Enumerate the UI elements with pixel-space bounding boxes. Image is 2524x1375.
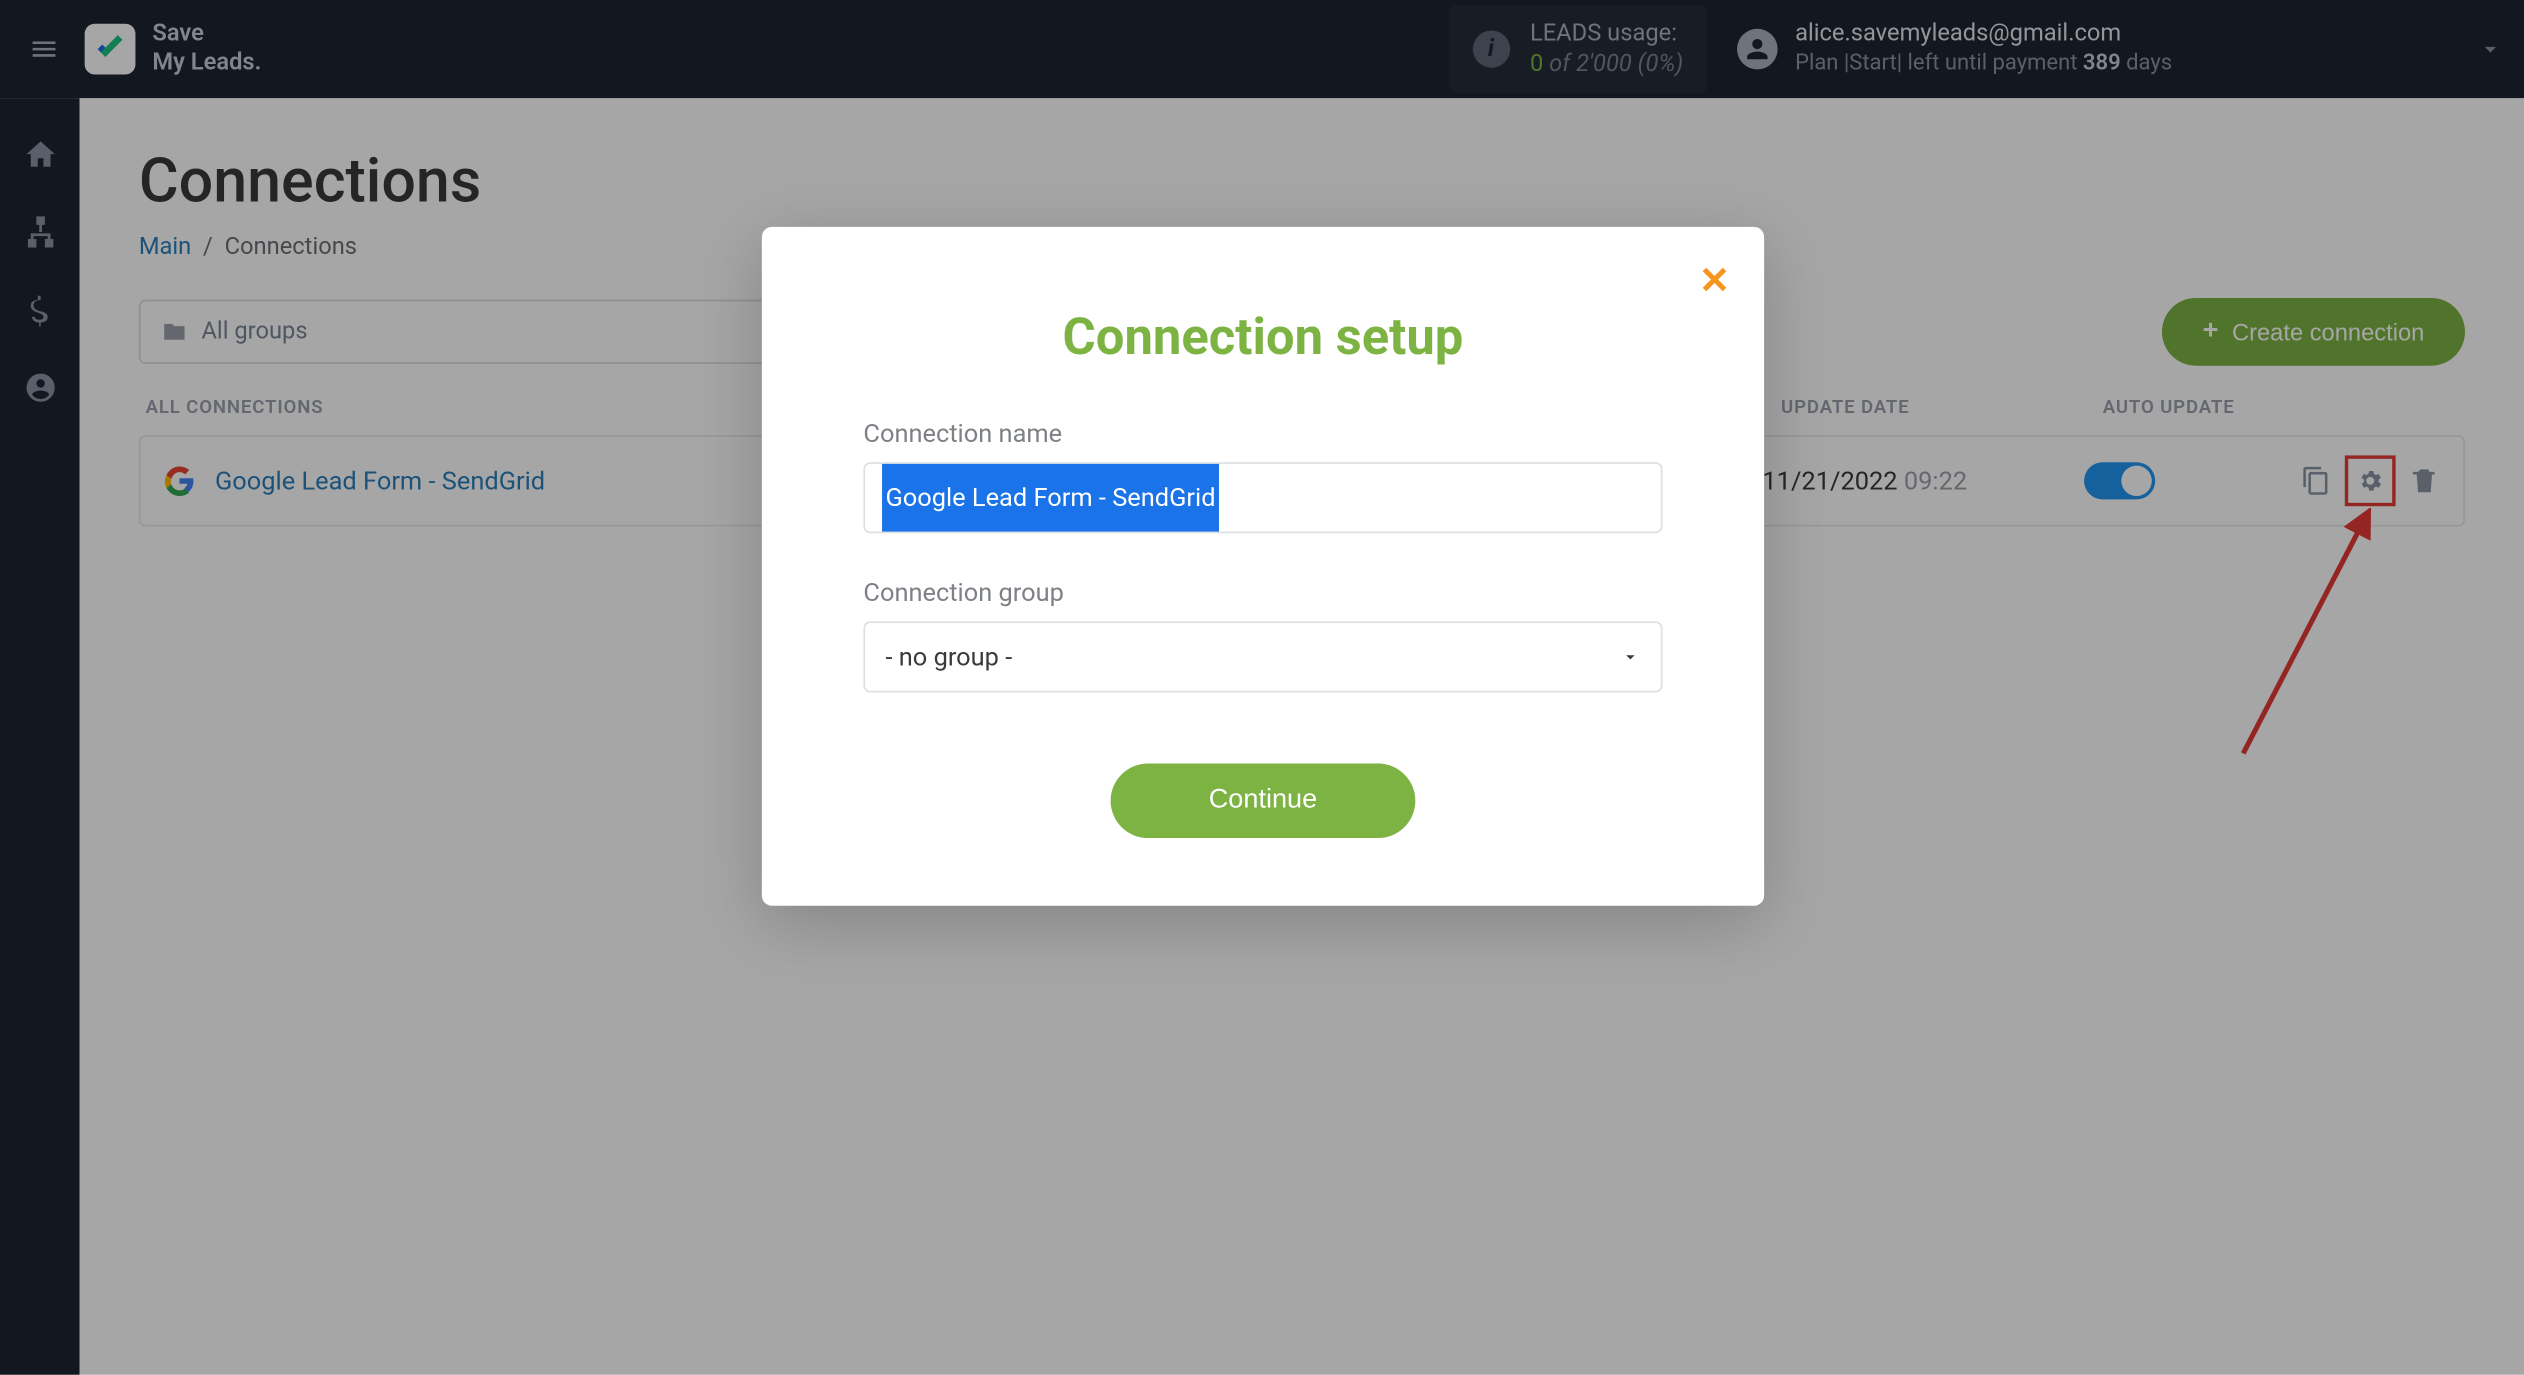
- connection-group-value: - no group -: [885, 642, 1012, 672]
- close-icon: ✕: [1699, 261, 1730, 303]
- connection-name-input[interactable]: Google Lead Form - SendGrid: [863, 462, 1662, 533]
- connection-group-label: Connection group: [863, 577, 1662, 607]
- connection-setup-modal: ✕ Connection setup Connection name Googl…: [762, 227, 1764, 906]
- connection-group-select[interactable]: - no group -: [863, 621, 1662, 692]
- connection-name-value: Google Lead Form - SendGrid: [882, 464, 1219, 532]
- modal-close-button[interactable]: ✕: [1699, 261, 1730, 303]
- modal-title: Connection setup: [863, 308, 1662, 367]
- chevron-down-icon: [1620, 647, 1640, 667]
- continue-button[interactable]: Continue: [1111, 764, 1416, 838]
- connection-name-label: Connection name: [863, 418, 1662, 448]
